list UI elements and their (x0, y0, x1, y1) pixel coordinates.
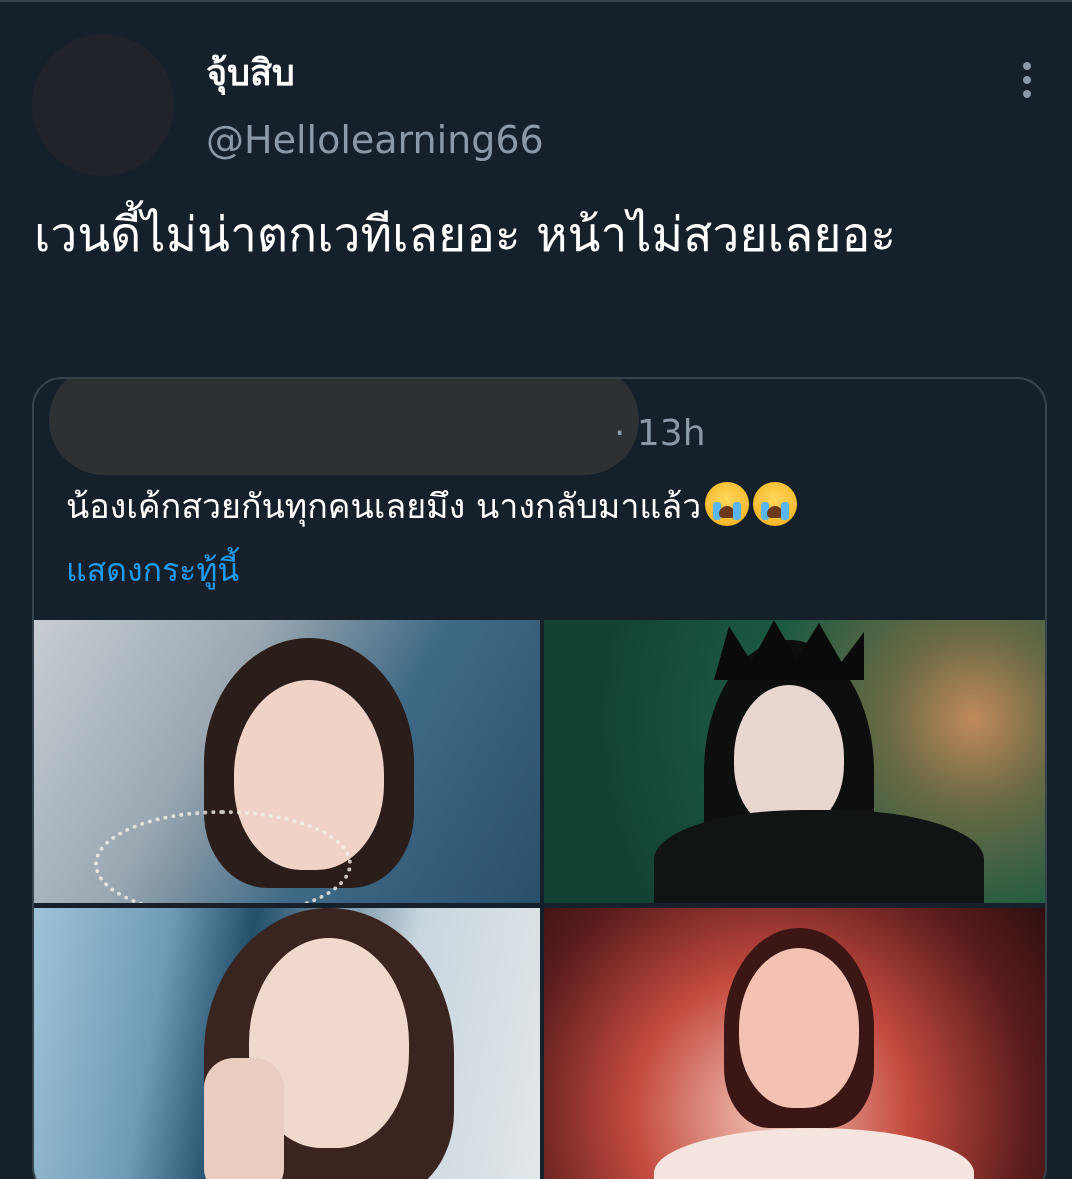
quoted-tweet-timestamp: · 13h (614, 413, 706, 454)
photo-2[interactable] (544, 620, 1045, 903)
avatar[interactable] (32, 34, 174, 176)
photo-3[interactable] (34, 908, 540, 1179)
quoted-tweet-text: น้องเค้กสวยกันทุกคนเลยมึง นางกลับมาแล้ว (66, 481, 1036, 533)
loudly-crying-face-icon (705, 482, 750, 526)
loudly-crying-face-icon (753, 482, 798, 526)
photo-4[interactable] (544, 908, 1045, 1179)
quoted-tweet-card[interactable]: · 13h น้องเค้กสวยกันทุกคนเลยมึง นางกลับม… (32, 377, 1047, 1179)
tweet-text: เวนดี้ไม่น่าตกเวทีเลยอะ หน้าไม่สวยเลยอะ (34, 207, 897, 263)
show-thread-link[interactable]: แสดงกระทู้นี้ (66, 547, 239, 593)
display-name[interactable]: จุ้บสิบ (206, 48, 295, 100)
redacted-author-blur (49, 379, 639, 475)
top-divider (0, 0, 1072, 2)
user-handle[interactable]: @Hellolearning66 (206, 114, 544, 166)
quoted-tweet-body: น้องเค้กสวยกันทุกคนเลยมึง นางกลับมาแล้ว (66, 487, 702, 527)
more-options-icon[interactable] (1012, 60, 1042, 100)
photo-1[interactable] (34, 620, 540, 903)
media-grid (34, 620, 1045, 1179)
